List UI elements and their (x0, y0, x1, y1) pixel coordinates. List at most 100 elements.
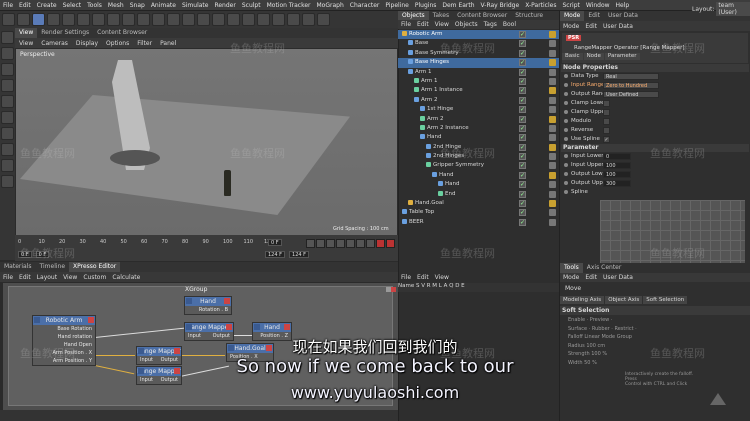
edges-mode-icon[interactable] (1, 111, 14, 124)
robotic-arm-base[interactable] (110, 150, 160, 166)
menu-item-6[interactable]: Snap (127, 2, 148, 9)
object-row[interactable]: Hand (398, 180, 559, 190)
record-icon[interactable] (376, 239, 385, 248)
viewport-menu-item-4[interactable]: Filter (133, 40, 156, 47)
tag-icon[interactable] (549, 59, 556, 67)
make-editable-icon[interactable] (1, 31, 14, 44)
deformer-icon[interactable] (272, 13, 285, 26)
property-checkbox[interactable] (603, 109, 610, 116)
visibility-toggle[interactable] (519, 199, 526, 208)
end-frame-field[interactable]: 124 F (265, 251, 286, 258)
visibility-toggle[interactable] (519, 133, 526, 143)
objects-menu-item-5[interactable]: Bool (500, 21, 519, 28)
xpresso-menu-item-0[interactable]: File (0, 274, 16, 281)
menu-item-7[interactable]: Animate (148, 2, 179, 9)
points-mode-icon[interactable] (1, 95, 14, 108)
viewport-menu-item-3[interactable]: Options (102, 40, 133, 47)
visibility-toggle[interactable] (519, 77, 526, 86)
beer-bottle-object[interactable] (224, 170, 231, 196)
menu-item-2[interactable]: Create (34, 2, 60, 9)
light-icon[interactable] (317, 13, 330, 26)
attributes-subtab-2[interactable]: Parameter (604, 53, 640, 60)
object-row[interactable]: End (398, 190, 559, 199)
parameter-field[interactable]: 0 (603, 153, 631, 160)
animate-dot-icon[interactable] (564, 162, 568, 167)
tag-icon[interactable] (549, 106, 556, 114)
animate-dot-icon[interactable] (564, 118, 568, 123)
soft-selection-row[interactable]: Enable · Preview · (560, 316, 750, 325)
tools-tab-0[interactable]: Tools (560, 263, 583, 273)
tools-subtab-0[interactable]: Modeling Axis (560, 296, 605, 304)
bottom-tab-0[interactable]: Materials (0, 262, 36, 272)
objects-menu-item-3[interactable]: Objects (452, 21, 481, 28)
object-row[interactable]: Arm 2 (398, 96, 559, 105)
visibility-toggle[interactable] (519, 208, 526, 218)
animate-dot-icon[interactable] (564, 109, 568, 114)
objects-menu-item-1[interactable]: Edit (414, 21, 432, 28)
layer-menu-item-2[interactable]: View (432, 274, 452, 281)
xpresso-menu-item-5[interactable]: Calculate (109, 274, 143, 281)
menu-item-8[interactable]: Simulate (179, 2, 212, 9)
node-port[interactable]: Rotation . B (185, 306, 231, 314)
z-axis-icon[interactable] (137, 13, 150, 26)
goto-start-icon[interactable] (306, 239, 315, 248)
menu-item-14[interactable]: Pipeline (382, 2, 411, 9)
attributes-tab-1[interactable]: Edit (584, 11, 604, 21)
visibility-toggle[interactable] (519, 58, 526, 68)
menu-item-21[interactable]: Help (613, 2, 633, 9)
render-picture-viewer-icon[interactable] (182, 13, 195, 26)
subdivision-icon[interactable] (242, 13, 255, 26)
layer-menu-item-1[interactable]: Edit (414, 274, 432, 281)
tools-menu-item-2[interactable]: User Data (600, 274, 636, 281)
objects-menu-item-2[interactable]: View (432, 21, 452, 28)
coordinate-system-icon[interactable] (152, 13, 165, 26)
pen-icon[interactable] (227, 13, 240, 26)
object-row[interactable]: Table Top (398, 208, 559, 218)
tools-subtab-1[interactable]: Object Axis (605, 296, 643, 304)
property-dropdown[interactable]: Real (603, 73, 659, 80)
attributes-menu-item-2[interactable]: User Data (600, 23, 636, 30)
parameter-field[interactable]: 100 (603, 171, 631, 178)
objects-tab-0[interactable]: Objects (398, 10, 429, 21)
next-key-icon[interactable] (356, 239, 365, 248)
menu-item-5[interactable]: Mesh (105, 2, 127, 9)
x-axis-icon[interactable] (107, 13, 120, 26)
visibility-toggle[interactable] (519, 115, 526, 124)
property-checkbox[interactable] (603, 118, 610, 125)
bottom-tab-1[interactable]: Timeline (36, 262, 70, 272)
objects-tab-2[interactable]: Content Browser (453, 11, 511, 21)
xpresso-menu-item-3[interactable]: View (60, 274, 80, 281)
visibility-toggle[interactable] (519, 124, 526, 133)
attributes-menu-item-0[interactable]: Mode (560, 23, 582, 30)
menu-item-15[interactable]: Plugins (412, 2, 440, 9)
prev-key-icon[interactable] (316, 239, 325, 248)
tag-icon[interactable] (549, 171, 556, 179)
visibility-toggle[interactable] (519, 105, 526, 115)
render-view-icon[interactable] (167, 13, 180, 26)
visibility-toggle[interactable] (519, 161, 526, 171)
prev-frame-icon[interactable] (326, 239, 335, 248)
property-checkbox[interactable] (603, 100, 610, 107)
camera-icon[interactable] (302, 13, 315, 26)
attributes-subtab-1[interactable]: Node (583, 53, 604, 60)
goto-end-icon[interactable] (366, 239, 375, 248)
object-row[interactable]: Arm 1 (398, 68, 559, 77)
tag-icon[interactable] (549, 115, 556, 123)
object-row[interactable]: Hand (398, 171, 559, 180)
node-port[interactable]: Base Rotation (33, 325, 95, 333)
cube-icon[interactable] (212, 13, 225, 26)
property-checkbox[interactable] (603, 127, 610, 134)
visibility-toggle[interactable] (519, 39, 526, 49)
menu-item-18[interactable]: X-Particles (522, 2, 559, 9)
object-row[interactable]: 1st Hinge (398, 105, 559, 115)
viewport-tab-2[interactable]: Content Browser (93, 28, 151, 38)
attributes-tab-0[interactable]: Mode (560, 11, 585, 21)
tag-icon[interactable] (549, 31, 556, 38)
move-tool-icon[interactable] (47, 13, 60, 26)
menu-item-12[interactable]: MoGraph (314, 2, 347, 9)
parameter-field[interactable]: 100 (603, 162, 631, 169)
object-row[interactable]: Arm 1 (398, 77, 559, 86)
object-row[interactable]: Hand.Goal (398, 199, 559, 208)
visibility-toggle[interactable] (519, 171, 526, 180)
menu-item-1[interactable]: Edit (16, 2, 34, 9)
